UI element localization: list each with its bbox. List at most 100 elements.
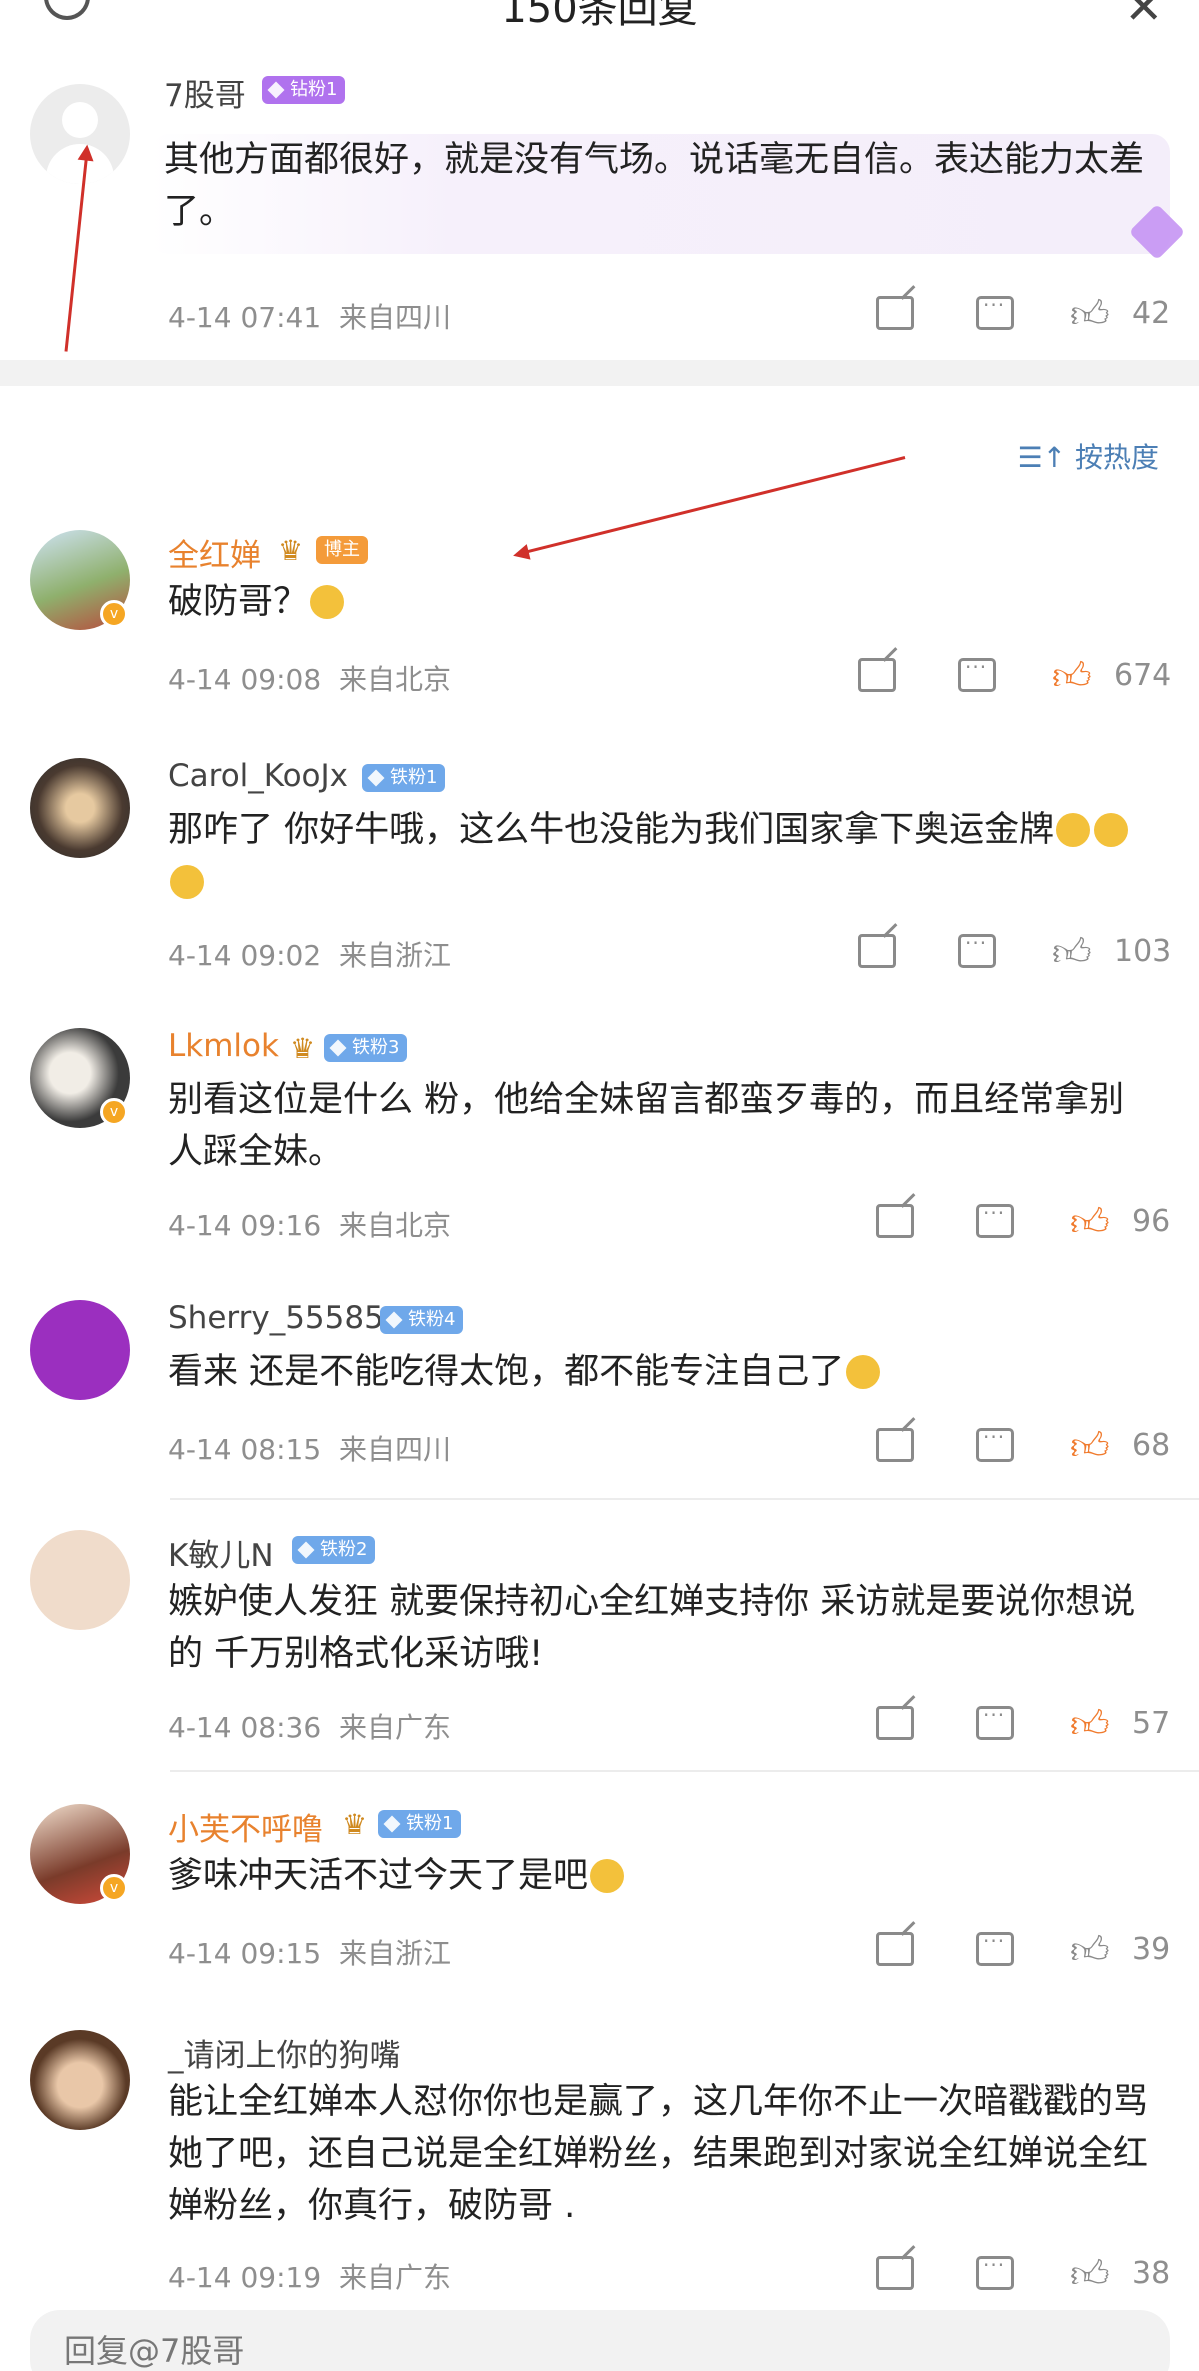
timestamp: 4-14 09:08: [168, 663, 322, 696]
emoji-icon: [310, 585, 345, 619]
emoji-icon: [590, 1859, 625, 1893]
share-icon[interactable]: [876, 1932, 914, 1966]
list-item: v 小芙不呼噜 ♛ 铁粉1 爹味冲天活不过今天了是吧 4-14 09:15 来自…: [0, 1804, 1199, 1984]
fan-badge: 铁粉4: [380, 1306, 464, 1334]
header: 150条回复 ✕: [0, 0, 1199, 40]
comment-text: 那咋了 你好牛哦，这么牛也没能为我们国家拿下奥运金牌: [168, 810, 1055, 850]
reply-input[interactable]: 回复@7股哥: [30, 2310, 1170, 2371]
author-badge: 博主: [316, 536, 368, 564]
list-item: Carol_KooJx 铁粉1 那咋了 你好牛哦，这么牛也没能为我们国家拿下奥运…: [0, 758, 1199, 978]
share-icon[interactable]: [876, 296, 914, 330]
verified-icon: v: [100, 1098, 128, 1126]
like-count: 39: [1132, 1932, 1171, 1967]
share-icon[interactable]: [876, 1706, 914, 1740]
location: 来自四川: [338, 301, 451, 334]
fan-badge: 铁粉2: [292, 1536, 376, 1564]
like-icon[interactable]: 👍︎: [1070, 1424, 1110, 1470]
username[interactable]: _请闭上你的狗嘴: [168, 2030, 401, 2075]
like-count: 68: [1132, 1428, 1171, 1463]
location: 来自北京: [338, 1209, 451, 1242]
location: 来自广东: [338, 2261, 451, 2294]
username[interactable]: Carol_KooJx: [168, 758, 348, 794]
divider: [170, 1770, 1199, 1772]
like-icon[interactable]: 👍︎: [1070, 1928, 1110, 1974]
like-count: 96: [1132, 1204, 1171, 1239]
comment-text: 其他方面都很好，就是没有气场。说话毫无自信。表达能力太差了。: [164, 140, 1145, 232]
like-icon[interactable]: 👍︎: [1070, 1200, 1110, 1246]
like-icon[interactable]: 👍︎: [1052, 654, 1092, 700]
sort-label: 按热度: [1074, 441, 1159, 474]
fan-badge: 铁粉3: [324, 1034, 408, 1062]
emoji-icon: [170, 865, 204, 899]
verified-icon: v: [100, 1874, 128, 1902]
reply-icon[interactable]: [976, 1929, 1014, 1966]
emoji-icon: [846, 1355, 881, 1389]
list-item: Sherry_55585 铁粉4 看来 还是不能吃得太饱，都不能专注自己了 4-…: [0, 1300, 1199, 1480]
reply-placeholder: 回复@7股哥: [64, 2332, 245, 2370]
avatar[interactable]: [30, 2030, 130, 2130]
comment-text: 看来 还是不能吃得太饱，都不能专注自己了: [168, 1352, 845, 1392]
timestamp: 4-14 08:36: [168, 1711, 322, 1744]
reply-icon[interactable]: [976, 1201, 1014, 1238]
close-icon[interactable]: ✕: [1124, 0, 1163, 34]
location: 来自北京: [338, 663, 451, 696]
divider: [170, 1498, 1199, 1500]
avatar[interactable]: [30, 1300, 130, 1400]
page-title: 150条回复: [501, 0, 698, 32]
share-icon[interactable]: [858, 658, 896, 692]
reply-icon[interactable]: [976, 2253, 1014, 2290]
like-icon[interactable]: 👍︎: [1070, 2252, 1110, 2298]
timestamp: 4-14 09:16: [168, 1209, 322, 1242]
share-icon[interactable]: [876, 1204, 914, 1238]
emoji-icon: [1094, 813, 1129, 847]
username[interactable]: 7股哥: [164, 70, 246, 115]
share-icon[interactable]: [858, 934, 896, 968]
share-icon[interactable]: [876, 1428, 914, 1462]
location: 来自四川: [338, 1433, 451, 1466]
like-icon[interactable]: 👍︎: [1070, 292, 1110, 338]
list-item: K敏儿N 铁粉2 嫉妒使人发狂 就要保持初心全红婵支持你 采访就是要说你想说的 …: [0, 1530, 1199, 1750]
section-divider: [0, 360, 1199, 386]
reply-icon[interactable]: [976, 1703, 1014, 1740]
sort-toggle[interactable]: ☰↑ 按热度: [1018, 436, 1159, 476]
share-icon[interactable]: [876, 2256, 914, 2290]
timestamp: 4-14 09:02: [168, 939, 322, 972]
avatar[interactable]: [30, 1530, 130, 1630]
like-icon[interactable]: 👍︎: [1070, 1702, 1110, 1748]
like-icon[interactable]: 👍︎: [1052, 930, 1092, 976]
crown-icon: ♛: [290, 1032, 316, 1065]
list-item: v 全红婵 ♛ 博主 破防哥？ 4-14 09:08 来自北京 👍︎ 674: [0, 530, 1199, 710]
timestamp: 4-14 09:15: [168, 1937, 322, 1970]
timestamp: 4-14 09:19: [168, 2261, 322, 2294]
crown-icon: ♛: [278, 534, 304, 567]
root-comment: 7股哥 钻粉1 其他方面都很好，就是没有气场。说话毫无自信。表达能力太差了。 4…: [0, 60, 1199, 360]
reply-icon[interactable]: [976, 293, 1014, 330]
fan-badge: 铁粉1: [378, 1810, 462, 1838]
username[interactable]: K敏儿N: [168, 1530, 274, 1575]
like-count: 38: [1132, 2256, 1171, 2291]
list-item: _请闭上你的狗嘴 能让全红婵本人怼你你也是赢了，这几年你不止一次暗戳戳的骂她了吧…: [0, 2030, 1199, 2300]
verified-icon: v: [100, 600, 128, 628]
like-count: 57: [1132, 1706, 1171, 1741]
like-count: 674: [1114, 658, 1172, 693]
comment-text: 爹味冲天活不过今天了是吧: [168, 1856, 589, 1896]
avatar[interactable]: [30, 758, 130, 858]
location: 来自浙江: [338, 1937, 451, 1970]
username[interactable]: 全红婵: [168, 530, 261, 575]
username[interactable]: Lkmlok: [168, 1028, 279, 1064]
fan-badge: 铁粉1: [362, 764, 446, 792]
list-item: v Lkmlok ♛ 铁粉3 别看这位是什么 粉，他给全妹留言都蛮歹毒的，而且经…: [0, 1028, 1199, 1248]
reply-icon[interactable]: [958, 655, 996, 692]
comment-text: 破防哥？: [168, 582, 309, 622]
crown-icon: ♛: [342, 1808, 368, 1841]
timestamp: 4-14 08:15: [168, 1433, 322, 1466]
fan-badge: 钻粉1: [262, 76, 346, 104]
avatar[interactable]: [30, 84, 130, 184]
username[interactable]: Sherry_55585: [168, 1300, 384, 1336]
reply-icon[interactable]: [958, 931, 996, 968]
location: 来自浙江: [338, 939, 451, 972]
username[interactable]: 小芙不呼噜: [168, 1804, 323, 1849]
comment-text: 能让全红婵本人怼你你也是赢了，这几年你不止一次暗戳戳的骂她了吧，还自己说是全红婵…: [168, 2082, 1149, 2226]
reply-icon[interactable]: [976, 1425, 1014, 1462]
emoji-icon: [1056, 813, 1091, 847]
